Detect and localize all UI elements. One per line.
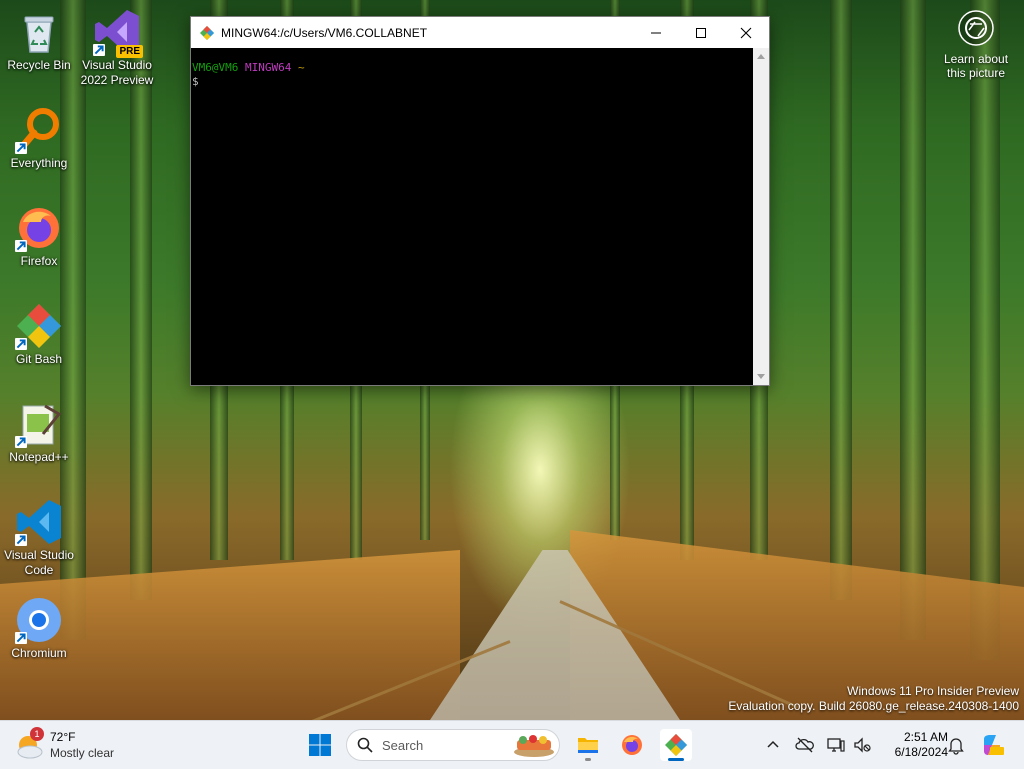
prompt-user: VM6@VM6 — [192, 61, 239, 74]
maximize-button[interactable] — [678, 17, 724, 48]
learn-about-picture[interactable]: Learn about this picture — [936, 10, 1016, 80]
running-indicator — [585, 758, 591, 761]
git-bash-icon — [665, 734, 687, 756]
taskbar-firefox[interactable] — [616, 729, 648, 761]
network-display-icon[interactable] — [826, 735, 846, 755]
minimize-button[interactable] — [633, 17, 679, 48]
taskbar-git-bash[interactable] — [660, 729, 692, 761]
evaluation-watermark: Windows 11 Pro Insider Preview Evaluatio… — [728, 684, 1019, 714]
desktop-icon-label: Chromium — [11, 646, 67, 660]
terminal-title: MINGW64:/c/Users/VM6.COLLABNET — [221, 25, 428, 40]
desktop-icon-label: Recycle Bin — [7, 58, 71, 72]
taskbar-file-explorer[interactable] — [572, 729, 604, 761]
maximize-icon — [696, 27, 706, 38]
desktop-icon-visual-studio-preview[interactable]: PRE Visual Studio 2022 Preview — [78, 8, 156, 88]
prompt-symbol: $ — [192, 75, 199, 88]
volume-muted-icon[interactable] — [852, 735, 872, 755]
onedrive-offline-icon[interactable] — [795, 735, 815, 755]
bamboo-stalk — [900, 0, 926, 640]
everything-search-icon — [15, 106, 63, 154]
watermark-line1: Windows 11 Pro Insider Preview — [847, 684, 1019, 698]
search-highlight-illustration-icon — [514, 735, 554, 757]
desktop-icon-recycle-bin[interactable]: Recycle Bin — [0, 8, 78, 73]
recycle-bin-icon — [15, 8, 63, 56]
copilot-preview-button[interactable] — [976, 729, 1008, 761]
desktop-icon-chromium[interactable]: Chromium — [0, 596, 78, 661]
shortcut-arrow-icon — [15, 632, 27, 644]
copilot-icon — [984, 735, 1004, 755]
windows-start-icon — [309, 734, 331, 756]
desktop-icon-label: Everything — [10, 156, 68, 170]
shortcut-arrow-icon — [15, 338, 27, 350]
git-bash-icon — [15, 302, 63, 350]
desktop-icon-label: Git Bash — [15, 352, 63, 366]
minimize-icon — [651, 32, 661, 33]
search-icon — [357, 737, 373, 753]
firefox-icon — [15, 204, 63, 252]
clock-time: 2:51 AM — [903, 730, 948, 744]
close-icon — [740, 27, 752, 38]
taskbar-clock[interactable]: 2:51 AM 6/18/2024 — [878, 730, 948, 760]
shortcut-arrow-icon — [15, 534, 27, 546]
desktop-icon-vscode[interactable]: Visual Studio Code — [0, 498, 78, 578]
start-button[interactable] — [304, 729, 336, 761]
weather-widget[interactable]: 1 72°F Mostly clear — [14, 727, 144, 763]
terminal-scrollbar[interactable] — [753, 48, 769, 385]
text-cursor-icon — [437, 50, 444, 68]
desktop-icon-label: Firefox — [20, 254, 58, 268]
camera-info-icon — [958, 10, 994, 46]
clock-date: 6/18/2024 — [894, 745, 948, 759]
git-bash-icon — [200, 25, 214, 40]
desktop-icon-notepad-plus-plus[interactable]: Notepad++ — [0, 400, 78, 465]
visual-studio-preview-icon: PRE — [93, 8, 143, 58]
desktop-icon-everything[interactable]: Everything — [0, 106, 78, 171]
watermark-line2: Evaluation copy. Build 26080.ge_release.… — [728, 699, 1019, 713]
bamboo-stalk — [830, 0, 852, 600]
desktop-icon-label: Visual Studio Code — [4, 548, 74, 577]
scroll-down-arrow-icon[interactable] — [757, 374, 765, 379]
taskbar-search-box[interactable]: Search — [346, 729, 560, 761]
bamboo-stalk — [970, 0, 1000, 660]
terminal-titlebar[interactable]: MINGW64:/c/Users/VM6.COLLABNET — [191, 17, 769, 48]
file-explorer-icon — [578, 738, 598, 753]
active-window-indicator — [668, 758, 684, 761]
desktop-background: Recycle Bin PRE Visual Studio 2022 Previ… — [0, 0, 1024, 720]
firefox-icon — [622, 735, 642, 755]
command-line[interactable]: $ — [192, 75, 753, 89]
search-placeholder: Search — [382, 738, 424, 753]
show-hidden-icons-chevron-icon[interactable] — [763, 735, 783, 755]
scroll-up-arrow-icon[interactable] — [757, 54, 765, 59]
chromium-icon — [15, 596, 63, 644]
prompt-system: MINGW64 — [244, 61, 292, 74]
weather-alert-badge: 1 — [30, 727, 44, 741]
shortcut-arrow-icon — [15, 240, 27, 252]
shortcut-arrow-icon — [15, 142, 27, 154]
desktop-icon-firefox[interactable]: Firefox — [0, 204, 78, 269]
terminal-output[interactable]: VM6@VM6 MINGW64 ~ $ — [191, 48, 753, 385]
notification-bell-icon[interactable] — [946, 735, 966, 755]
bamboo-stalk — [130, 0, 152, 600]
desktop-icon-label: Notepad++ — [9, 450, 69, 464]
prompt-directory: ~ — [297, 61, 305, 74]
desktop-icon-git-bash[interactable]: Git Bash — [0, 302, 78, 367]
taskbar: 1 72°F Mostly clear Search 2:51 AM 6/18/… — [0, 720, 1024, 769]
close-button[interactable] — [723, 17, 769, 48]
vscode-icon — [15, 498, 63, 546]
mingw64-terminal-window[interactable]: MINGW64:/c/Users/VM6.COLLABNET VM6@VM6 M… — [190, 16, 770, 386]
weather-temperature: 72°F — [50, 730, 76, 744]
preview-badge: PRE — [116, 45, 143, 58]
weather-condition: Mostly clear — [50, 746, 115, 760]
prompt-line: VM6@VM6 MINGW64 ~ — [192, 61, 753, 75]
learn-line2: this picture — [946, 66, 1006, 80]
notepad-plus-plus-icon — [15, 400, 63, 448]
shortcut-arrow-icon — [15, 436, 27, 448]
learn-line1: Learn about — [943, 52, 1009, 66]
shortcut-arrow-icon — [93, 44, 105, 56]
desktop-icon-label: Visual Studio 2022 Preview — [80, 58, 154, 87]
